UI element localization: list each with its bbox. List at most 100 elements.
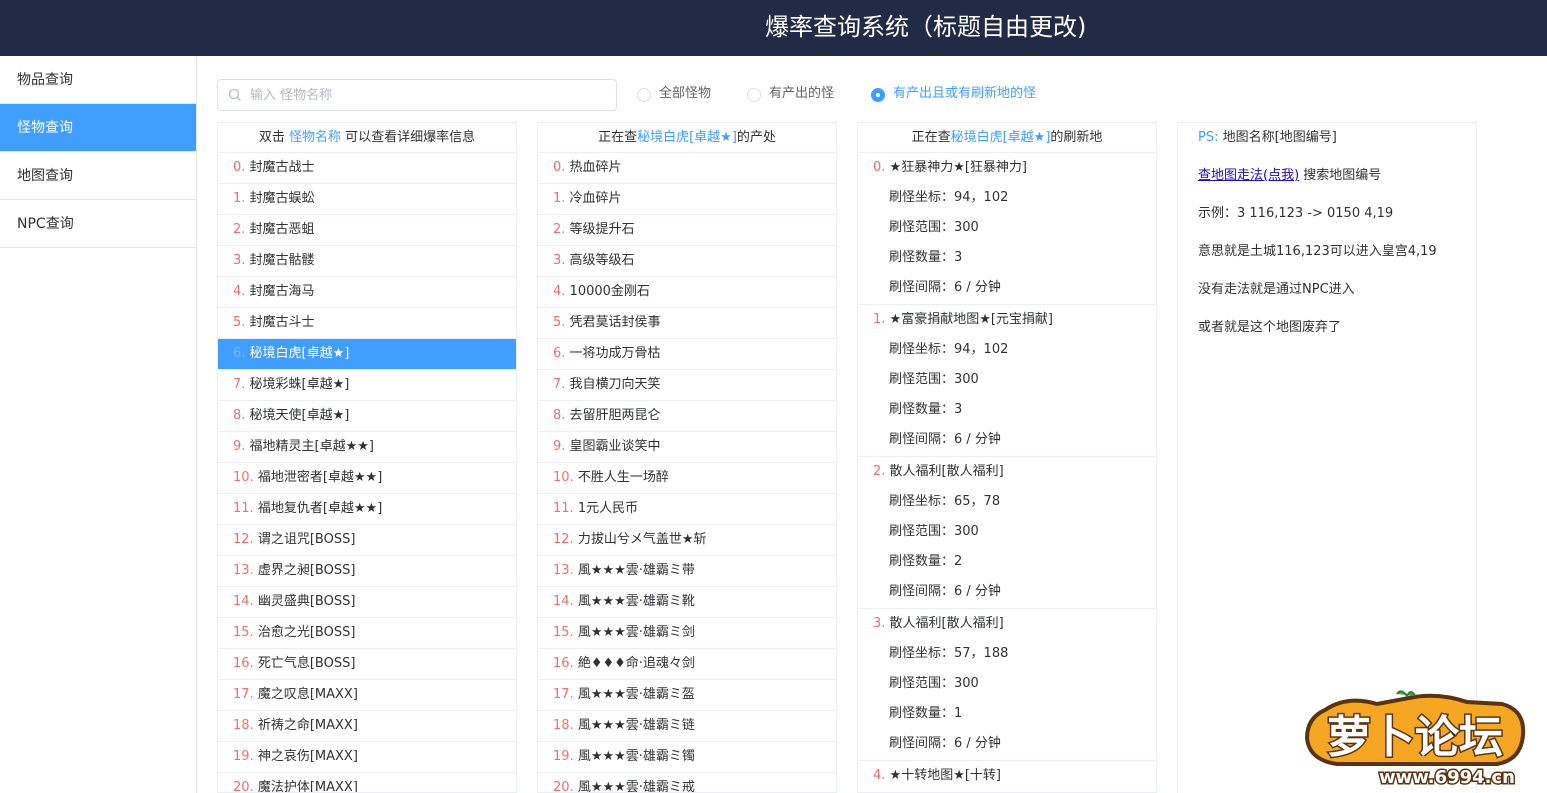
spawn-interval-line: 刷怪间隔：6 / 分钟 <box>858 729 1156 759</box>
row-index: 13. <box>553 563 574 578</box>
drop-row[interactable]: 2. 等级提升石 <box>538 215 836 246</box>
spawn-map-title: 3. 散人福利[散人福利] <box>858 609 1156 639</box>
ps-line: 意思就是土城116,123可以进入皇宫4,19 <box>1198 244 1437 259</box>
monster-name: 魔之叹息[MAXX] <box>257 687 358 702</box>
filter-label: 有产出且或有刷新地的怪 <box>893 86 1037 101</box>
watermark-text: 萝卜论坛 <box>1327 712 1503 763</box>
header-text-post: 的刷新地 <box>1050 130 1103 145</box>
radio-circle[interactable] <box>747 88 761 102</box>
row-index: 3. <box>553 253 566 268</box>
drop-row[interactable]: 15. 風★★★雲·雄霸ミ剑 <box>538 618 836 649</box>
drop-row[interactable]: 11. 1元人民币 <box>538 494 836 525</box>
drop-row[interactable]: 20. 風★★★雲·雄霸ミ戒 <box>538 773 836 792</box>
sidebar-item[interactable]: 地图查询 <box>0 152 196 200</box>
monster-row[interactable]: 15. 治愈之光[BOSS] <box>218 618 516 649</box>
monster-row[interactable]: 9. 福地精灵主[卓越★★] <box>218 432 516 463</box>
drop-row[interactable]: 9. 皇图霸业谈笑中 <box>538 432 836 463</box>
drop-row[interactable]: 1. 冷血碎片 <box>538 184 836 215</box>
monster-name: 封魔古斗士 <box>249 315 315 330</box>
spawn-field-label: 刷怪坐标： <box>889 342 955 357</box>
monster-row[interactable]: 13. 虚界之昶[BOSS] <box>218 556 516 587</box>
monster-row[interactable]: 19. 神之哀伤[MAXX] <box>218 742 516 773</box>
map-route-link[interactable]: 查地图走法(点我) <box>1198 168 1299 183</box>
monster-name: 秘境白虎[卓越★] <box>249 346 350 361</box>
drop-row[interactable]: 8. 去留肝胆两昆仑 <box>538 401 836 432</box>
drop-row[interactable]: 13. 風★★★雲·雄霸ミ带 <box>538 556 836 587</box>
monster-row[interactable]: 1. 封魔古蜈蚣 <box>218 184 516 215</box>
drop-row[interactable]: 6. 一将功成万骨枯 <box>538 339 836 370</box>
monster-row[interactable]: 2. 封魔古恶蛆 <box>218 215 516 246</box>
drop-row[interactable]: 16. 絶♦♦♦命·追魂々剑 <box>538 649 836 680</box>
row-index: 17. <box>233 687 254 702</box>
monster-name: 封魔古海马 <box>249 284 315 299</box>
watermark-logo: 萝卜论坛 www.6994.cn <box>1304 690 1526 790</box>
monster-row[interactable]: 14. 幽灵盛典[BOSS] <box>218 587 516 618</box>
item-name: 風★★★雲·雄霸ミ盔 <box>577 687 695 702</box>
monster-row[interactable]: 17. 魔之叹息[MAXX] <box>218 680 516 711</box>
drop-row[interactable]: 17. 風★★★雲·雄霸ミ盔 <box>538 680 836 711</box>
monster-row[interactable]: 16. 死亡气息[BOSS] <box>218 649 516 680</box>
row-index: 0. <box>873 160 886 175</box>
search-box[interactable] <box>217 79 617 111</box>
monster-name: 封魔古恶蛆 <box>249 222 315 237</box>
row-index: 19. <box>233 749 254 764</box>
radio-circle[interactable] <box>871 88 885 102</box>
sidebar-item[interactable]: 怪物查询 <box>0 104 196 152</box>
sidebar-item[interactable]: 物品查询 <box>0 56 196 104</box>
monster-row[interactable]: 18. 祈祷之命[MAXX] <box>218 711 516 742</box>
ps-text: 地图名称[地图编号] <box>1222 130 1337 145</box>
drop-row[interactable]: 4. 10000金刚石 <box>538 277 836 308</box>
filter-with-drops[interactable]: 有产出的怪 <box>747 84 857 104</box>
drop-row[interactable]: 0. 热血碎片 <box>538 153 836 184</box>
monster-name: 治愈之光[BOSS] <box>257 625 356 640</box>
monster-row[interactable]: 11. 福地复仇者[卓越★★] <box>218 494 516 525</box>
drop-row[interactable]: 19. 風★★★雲·雄霸ミ镯 <box>538 742 836 773</box>
drop-row[interactable]: 3. 高级等级石 <box>538 246 836 277</box>
header-text-post: 的产处 <box>736 130 776 145</box>
drop-row[interactable]: 18. 風★★★雲·雄霸ミ链 <box>538 711 836 742</box>
spawn-map-group: 4. ★十转地图★[十转] <box>858 761 1156 792</box>
monster-row[interactable]: 10. 福地泄密者[卓越★★] <box>218 463 516 494</box>
spawn-field-value: 94，102 <box>954 342 1009 357</box>
sidebar-item[interactable]: NPC查询 <box>0 200 196 248</box>
drop-row[interactable]: 7. 我自横刀向天笑 <box>538 370 836 401</box>
monster-row[interactable]: 3. 封魔古骷髅 <box>218 246 516 277</box>
radio-circle[interactable] <box>637 88 651 102</box>
monster-row[interactable]: 5. 封魔古斗士 <box>218 308 516 339</box>
monster-row[interactable]: 4. 封魔古海马 <box>218 277 516 308</box>
item-name: 冷血碎片 <box>569 191 622 206</box>
monster-row[interactable]: 8. 秘境天使[卓越★] <box>218 401 516 432</box>
item-name: 等级提升石 <box>569 222 635 237</box>
monster-list-panel: 双击 怪物名称 可以查看详细爆率信息 0. 封魔古战士 1. 封魔古蜈蚣 2. 封魔… <box>217 122 517 793</box>
spawns-header: 正在查秘境白虎[卓越★]的刷新地 <box>858 123 1156 153</box>
monster-row[interactable]: 20. 魔法护体[MAXX] <box>218 773 516 793</box>
spawn-field-value: 1 <box>954 706 963 721</box>
monster-name: 福地精灵主[卓越★★] <box>249 439 374 454</box>
spawn-field-value: 6 / 分钟 <box>954 432 1001 447</box>
drop-row[interactable]: 5. 凭君莫话封侯事 <box>538 308 836 339</box>
search-input[interactable] <box>250 80 610 110</box>
row-index: 6. <box>553 346 566 361</box>
monster-row[interactable]: 6. 秘境白虎[卓越★] <box>218 339 516 370</box>
row-index: 2. <box>233 222 246 237</box>
drop-row[interactable]: 10. 不胜人生一场醉 <box>538 463 836 494</box>
spawn-map-title: 4. ★十转地图★[十转] <box>858 761 1156 791</box>
monster-name: 祈祷之命[MAXX] <box>257 718 358 733</box>
spawn-field-label: 刷怪间隔： <box>889 280 955 295</box>
spawn-field-label: 刷怪数量： <box>889 250 955 265</box>
item-name: 凭君莫话封侯事 <box>569 315 661 330</box>
drop-row[interactable]: 12. 力拔山兮メ气盖世★斩 <box>538 525 836 556</box>
spawn-field-label: 刷怪数量： <box>889 554 955 569</box>
monster-row[interactable]: 7. 秘境彩蛛[卓越★] <box>218 370 516 401</box>
filter-all-monsters[interactable]: 全部怪物 <box>637 84 737 104</box>
spawn-field-value: 57，188 <box>954 646 1009 661</box>
spawn-range-line: 刷怪范围：300 <box>858 213 1156 243</box>
row-index: 3. <box>233 253 246 268</box>
row-index: 18. <box>553 718 574 733</box>
monster-row[interactable]: 12. 谓之诅咒[BOSS] <box>218 525 516 556</box>
monster-name: 魔法护体[MAXX] <box>257 780 358 793</box>
filter-drops-or-spawn[interactable]: 有产出且或有刷新地的怪 <box>871 84 1061 104</box>
monster-row[interactable]: 0. 封魔古战士 <box>218 153 516 184</box>
row-index: 15. <box>233 625 254 640</box>
drop-row[interactable]: 14. 風★★★雲·雄霸ミ靴 <box>538 587 836 618</box>
